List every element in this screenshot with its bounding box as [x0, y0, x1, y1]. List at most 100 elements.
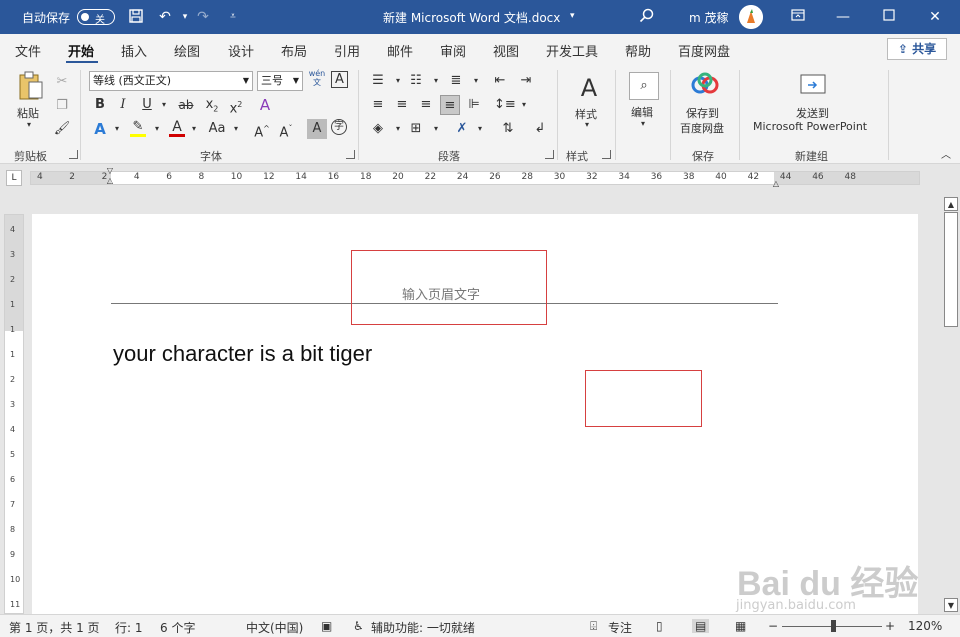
- zoom-out-icon[interactable]: −: [768, 619, 778, 633]
- paragraph-launcher-icon[interactable]: [545, 150, 554, 159]
- cut-icon[interactable]: ✂: [52, 72, 72, 92]
- zoom-in-icon[interactable]: +: [885, 619, 895, 633]
- line-spacing-icon[interactable]: ↕≡: [494, 95, 516, 115]
- align-right-icon[interactable]: ≡: [416, 95, 436, 115]
- italic-icon[interactable]: I: [113, 95, 133, 115]
- maximize-icon[interactable]: [880, 8, 898, 26]
- paste-icon[interactable]: [16, 70, 46, 102]
- autosave-toggle[interactable]: 关: [77, 9, 115, 26]
- horizontal-ruler[interactable]: 4 2 2 4 6 8 10 12 14 16 18 20 22 24 26 28 30 32 34 36 38 40 42…: [30, 171, 920, 185]
- bold-icon[interactable]: B: [90, 95, 110, 115]
- read-mode-icon[interactable]: ▯: [656, 619, 663, 633]
- line-spacing-dropdown-icon[interactable]: ▾: [514, 95, 534, 115]
- subscript-icon[interactable]: x2: [202, 95, 222, 115]
- tab-baidu-netdisk[interactable]: 百度网盘: [678, 41, 730, 60]
- styles-launcher-icon[interactable]: [602, 150, 611, 159]
- tab-draw[interactable]: 绘图: [174, 41, 200, 60]
- right-indent-marker-icon[interactable]: △: [770, 174, 782, 188]
- align-left-icon[interactable]: ≡: [368, 95, 388, 115]
- change-case-icon[interactable]: Aa: [207, 119, 227, 139]
- chinese-layout-icon[interactable]: ✗: [452, 119, 472, 139]
- user-name[interactable]: m 茂稼: [689, 9, 729, 26]
- font-launcher-icon[interactable]: [346, 150, 355, 159]
- superscript-icon[interactable]: x2: [226, 95, 246, 116]
- minimize-icon[interactable]: —: [834, 8, 852, 26]
- macro-icon[interactable]: ▣: [321, 619, 332, 633]
- avatar[interactable]: [739, 5, 763, 29]
- save-icon[interactable]: [127, 8, 145, 26]
- baidu-netdisk-icon[interactable]: [690, 72, 720, 98]
- numbering-dropdown-icon[interactable]: ▾: [426, 71, 446, 91]
- shrink-font-icon[interactable]: Aˇ: [276, 119, 296, 140]
- clipboard-launcher-icon[interactable]: [69, 150, 78, 159]
- strikethrough-icon[interactable]: ab: [176, 95, 196, 115]
- title-caret-icon[interactable]: ▾: [570, 11, 575, 21]
- undo-dropdown-icon[interactable]: ▾: [176, 8, 194, 26]
- show-marks-icon[interactable]: ↲: [530, 119, 550, 139]
- multilevel-list-icon[interactable]: ≣: [446, 71, 466, 91]
- undo-icon[interactable]: ↶: [156, 8, 174, 26]
- enclose-characters-icon[interactable]: 字: [331, 119, 347, 135]
- tab-mailings[interactable]: 邮件: [387, 41, 413, 60]
- borders-dropdown-icon[interactable]: ▾: [426, 119, 446, 139]
- borders-icon[interactable]: ⊞: [406, 119, 426, 139]
- scroll-up-icon[interactable]: ▲: [944, 197, 958, 211]
- highlight-icon[interactable]: ✎: [128, 117, 148, 137]
- chinese-layout-dropdown-icon[interactable]: ▾: [470, 119, 490, 139]
- tab-insert[interactable]: 插入: [121, 41, 147, 60]
- multilevel-dropdown-icon[interactable]: ▾: [466, 71, 486, 91]
- find-icon[interactable]: ⌕: [629, 72, 659, 100]
- focus-icon[interactable]: ⌹: [590, 619, 597, 634]
- zoom-slider-thumb[interactable]: [831, 620, 836, 632]
- tab-home[interactable]: 开始: [68, 41, 94, 60]
- shading-dropdown-icon[interactable]: ▾: [388, 119, 408, 139]
- status-focus[interactable]: 专注: [608, 619, 632, 636]
- send-to-label-1[interactable]: 发送到: [796, 105, 829, 121]
- close-icon[interactable]: ✕: [926, 8, 944, 26]
- status-language[interactable]: 中文(中国): [246, 619, 303, 636]
- sort-icon[interactable]: ⇅: [498, 119, 518, 139]
- distributed-icon[interactable]: ⊫: [464, 95, 484, 115]
- scrollbar-thumb[interactable]: [944, 212, 958, 327]
- send-to-label-2[interactable]: Microsoft PowerPoint: [753, 120, 867, 133]
- status-accessibility[interactable]: 辅助功能: 一切就绪: [371, 619, 475, 636]
- tab-layout[interactable]: 布局: [281, 41, 307, 60]
- increase-indent-icon[interactable]: ⇥: [516, 71, 536, 91]
- justify-icon[interactable]: ≡: [440, 95, 460, 115]
- vertical-ruler[interactable]: 4 3 2 1 1 1 2 3 4 5 6 7 8 9 10 11: [4, 214, 24, 614]
- format-painter-icon[interactable]: 🖌: [52, 119, 72, 139]
- paste-dropdown-icon[interactable]: ▾: [27, 120, 31, 129]
- styles-icon[interactable]: A: [573, 72, 605, 104]
- status-line[interactable]: 行: 1: [115, 619, 143, 636]
- copy-icon[interactable]: ❐: [52, 96, 72, 116]
- numbering-icon[interactable]: ☷: [406, 71, 426, 91]
- editing-label[interactable]: 编辑: [631, 104, 653, 120]
- decrease-indent-icon[interactable]: ⇤: [490, 71, 510, 91]
- tab-selector-icon[interactable]: L: [6, 170, 22, 186]
- tab-file[interactable]: 文件: [15, 41, 41, 60]
- customize-qat-icon[interactable]: ⩡: [224, 8, 242, 26]
- status-page[interactable]: 第 1 页，共 1 页: [9, 619, 100, 636]
- bullets-icon[interactable]: ☰: [368, 71, 388, 91]
- character-border-icon[interactable]: A: [331, 71, 348, 88]
- redo-icon[interactable]: ↷: [194, 8, 212, 26]
- underline-dropdown-icon[interactable]: ▾: [154, 95, 174, 115]
- tab-help[interactable]: 帮助: [625, 41, 651, 60]
- send-to-powerpoint-icon[interactable]: [798, 72, 828, 98]
- share-button[interactable]: ⇪ 共享: [887, 38, 947, 60]
- document-title[interactable]: 新建 Microsoft Word 文档.docx: [383, 9, 560, 26]
- save-to-label-1[interactable]: 保存到: [686, 105, 719, 121]
- highlight-dropdown-icon[interactable]: ▾: [147, 119, 167, 139]
- print-layout-icon[interactable]: ▤: [692, 619, 710, 633]
- ribbon-display-options-icon[interactable]: [789, 8, 807, 26]
- character-shading-icon[interactable]: A: [307, 119, 327, 139]
- body-paragraph[interactable]: your character is a bit tiger: [113, 341, 372, 367]
- align-center-icon[interactable]: ≡: [392, 95, 412, 115]
- tab-developer[interactable]: 开发工具: [546, 41, 598, 60]
- font-size-select[interactable]: 三号 ▼: [257, 71, 303, 91]
- grow-font-icon[interactable]: A^: [252, 119, 272, 140]
- clear-formatting-icon[interactable]: A: [255, 95, 275, 115]
- font-name-select[interactable]: 等线 (西文正文) ▼: [89, 71, 253, 91]
- change-case-dropdown-icon[interactable]: ▾: [226, 119, 246, 139]
- collapse-ribbon-icon[interactable]: ︿: [936, 146, 956, 166]
